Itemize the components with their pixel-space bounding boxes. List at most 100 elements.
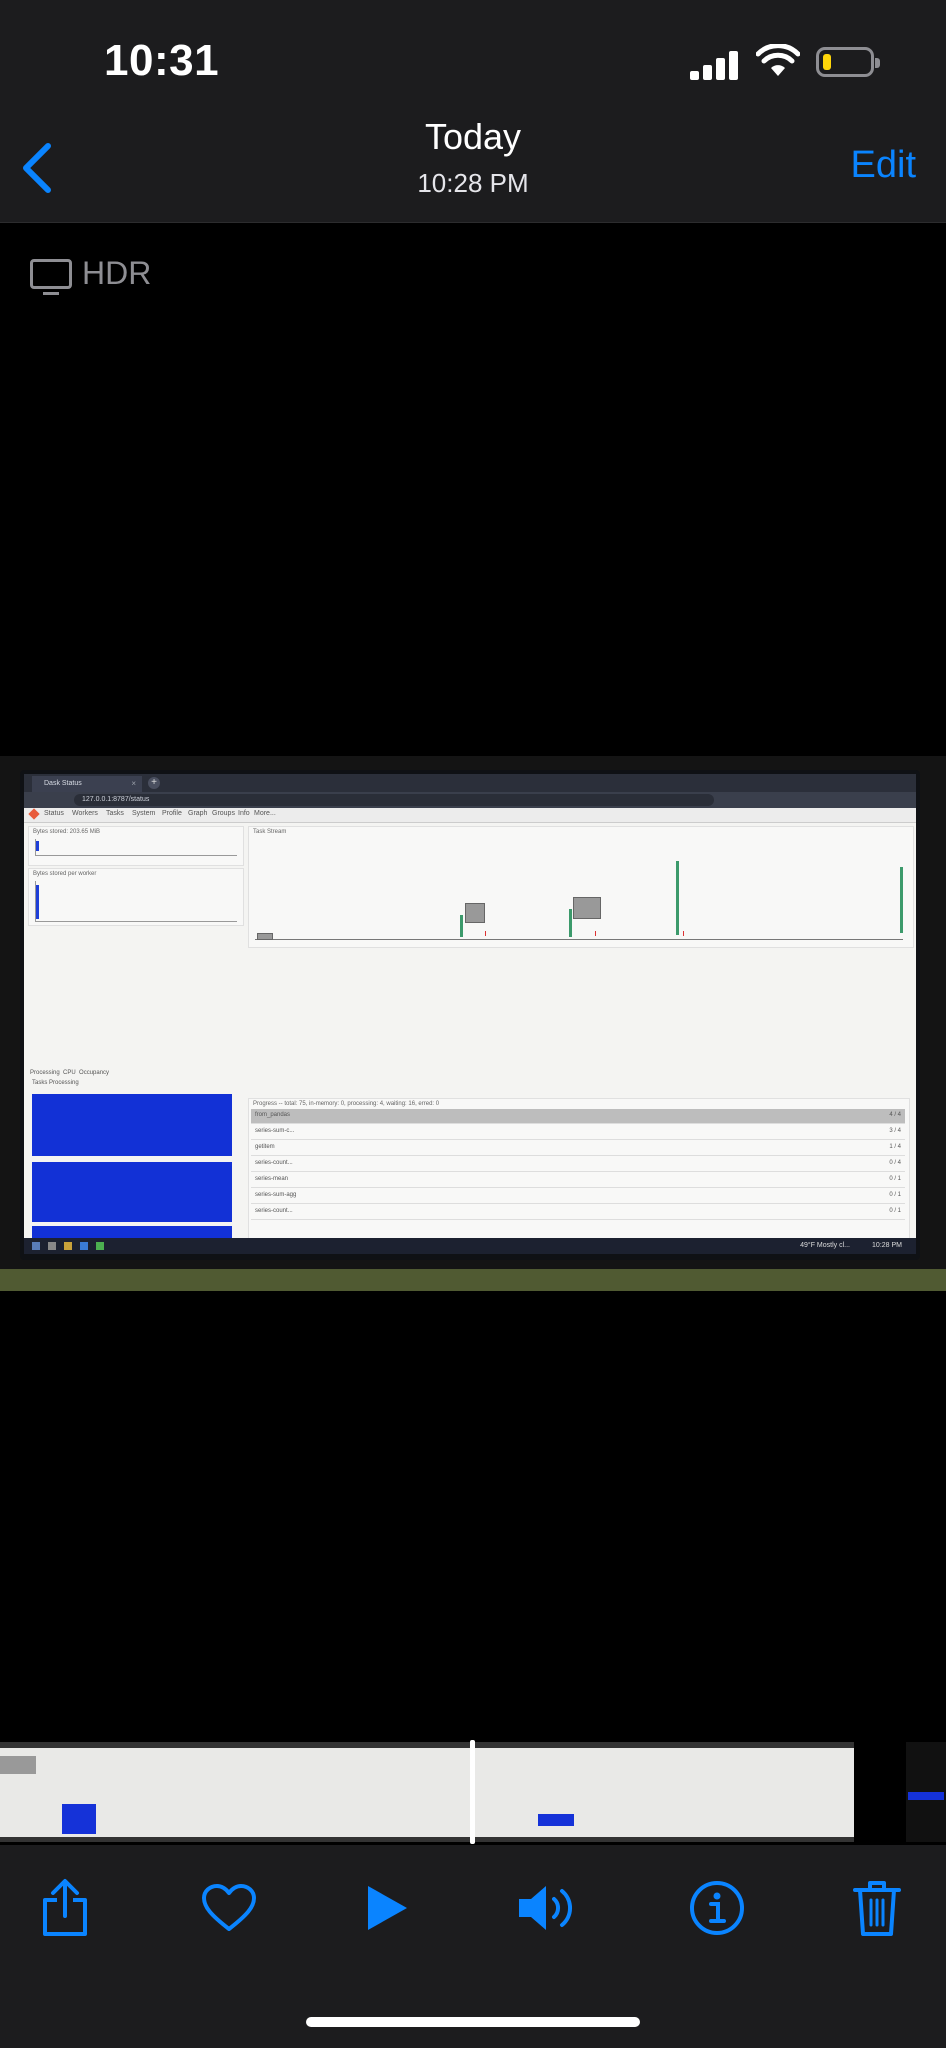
menu-item: System [132, 810, 156, 817]
progress-row: series-count... 0 / 4 [251, 1157, 905, 1172]
windows-icon [32, 1242, 40, 1250]
bytes-axis [35, 839, 237, 856]
progress-count: 3 / 4 [889, 1128, 901, 1134]
task-mark [485, 931, 486, 936]
task-block [573, 897, 601, 919]
tab-occupancy: Occupancy [79, 1070, 110, 1076]
progress-row: series-sum-c... 3 / 4 [251, 1125, 905, 1140]
app-icon [96, 1242, 104, 1250]
progress-count: 4 / 4 [889, 1112, 901, 1118]
progress-row: series-count... 0 / 1 [251, 1205, 905, 1220]
url-text: 127.0.0.1:8787/status [74, 794, 714, 806]
filmstrip-frame [536, 1742, 694, 1842]
tasks-processing-title: Tasks Processing [32, 1080, 79, 1086]
nav-bar: Today 10:28 PM Edit [0, 110, 946, 223]
task-stream-panel: Task Stream [248, 826, 914, 948]
panel-title: Bytes stored per worker [33, 871, 97, 877]
cellular-signal-icon [690, 50, 740, 80]
progress-label: series-count... [255, 1160, 293, 1166]
edit-button[interactable]: Edit [851, 144, 916, 187]
play-button[interactable] [352, 1873, 422, 1943]
trash-icon [853, 1881, 901, 1936]
browser-tab: Dask Status × [32, 776, 142, 792]
progress-count: 0 / 1 [889, 1192, 901, 1198]
bytes-stored-panel: Bytes stored: 203.65 MiB [28, 826, 244, 866]
search-icon [48, 1242, 56, 1250]
heart-icon [202, 1884, 256, 1931]
menu-item: Profile [162, 810, 182, 817]
plus-icon: + [148, 777, 160, 789]
monitor-frame: Dask Status × + 127.0.0.1:8787/status St… [20, 770, 920, 1260]
processing-bar [32, 1226, 232, 1238]
progress-row: getitem 1 / 4 [251, 1141, 905, 1156]
menu-item: Workers [72, 810, 98, 817]
mute-button[interactable] [512, 1873, 582, 1943]
progress-label: getitem [255, 1144, 275, 1150]
filmstrip-frame [0, 1742, 62, 1842]
speaker-icon [519, 1886, 573, 1930]
task-stream-axis [255, 939, 903, 940]
hdr-badge: HDR [30, 255, 152, 295]
delete-button[interactable] [842, 1873, 912, 1943]
desk-papers [0, 1269, 946, 1291]
weather-text: 49°F Mostly cl... [800, 1242, 850, 1249]
filmstrip-frame [694, 1742, 854, 1842]
processing-bar [32, 1162, 232, 1222]
menu-item: Graph [188, 810, 208, 817]
task-mark [595, 931, 596, 936]
browser-tab-strip: Dask Status × + [24, 774, 916, 792]
status-time: 10:31 [104, 36, 220, 85]
task-block [257, 933, 273, 940]
menu-item: Groups [212, 810, 235, 817]
task-mark [683, 931, 684, 936]
filmstrip-frame [378, 1742, 536, 1842]
info-icon [690, 1881, 744, 1935]
progress-row: from_pandas 4 / 4 [251, 1109, 905, 1124]
progress-row: series-sum-agg 0 / 1 [251, 1189, 905, 1204]
processing-bar [32, 1094, 232, 1156]
progress-panel: Progress -- total: 75, in-memory: 0, pro… [248, 1098, 910, 1240]
dask-menu: Status Workers Tasks System Profile Grap… [24, 808, 916, 823]
task-block [465, 903, 485, 923]
display-icon [30, 258, 72, 295]
filmstrip-thumb-next[interactable] [906, 1742, 946, 1842]
menu-item: Status [44, 810, 64, 817]
hdr-label: HDR [82, 255, 152, 291]
progress-label: series-sum-c... [255, 1128, 295, 1134]
worker-bar [36, 885, 39, 919]
panel-title: Bytes stored: 203.65 MiB [33, 829, 101, 835]
windows-taskbar: 49°F Mostly cl... 10:28 PM [24, 1238, 916, 1254]
progress-title: Progress -- total: 75, in-memory: 0, pro… [253, 1101, 440, 1107]
battery-icon [816, 47, 880, 77]
task-mark [900, 867, 903, 933]
filmstrip-frame [62, 1742, 220, 1842]
playhead-scrubber[interactable] [470, 1740, 475, 1844]
bytes-bar [36, 841, 39, 851]
photo-viewer[interactable]: Dask Status × + 127.0.0.1:8787/status St… [0, 756, 946, 1291]
progress-count: 1 / 4 [889, 1144, 901, 1150]
share-button[interactable] [30, 1873, 100, 1943]
menu-item: Tasks [106, 810, 124, 817]
favorite-button[interactable] [194, 1873, 264, 1943]
nav-title: Today [424, 116, 522, 157]
close-icon: × [131, 779, 136, 788]
progress-count: 0 / 4 [889, 1160, 901, 1166]
progress-count: 0 / 1 [889, 1176, 901, 1182]
share-icon [43, 1879, 87, 1936]
tab-cpu: CPU [63, 1070, 76, 1076]
progress-count: 0 / 1 [889, 1208, 901, 1214]
home-indicator[interactable] [306, 2017, 640, 2027]
browser-icon [80, 1242, 88, 1250]
worker-axis [35, 881, 237, 922]
monitor-screen: Dask Status × + 127.0.0.1:8787/status St… [24, 774, 916, 1254]
progress-label: from_pandas [255, 1112, 291, 1118]
info-button[interactable] [682, 1873, 752, 1943]
address-bar: 127.0.0.1:8787/status [24, 792, 916, 808]
taskbar-clock: 10:28 PM [872, 1242, 902, 1249]
task-mark [460, 915, 463, 937]
play-icon [368, 1886, 407, 1930]
bytes-per-worker-panel: Bytes stored per worker [28, 868, 244, 926]
task-mark [676, 861, 679, 935]
processing-tabs: Processing CPU Occupancy [30, 1070, 109, 1076]
progress-label: series-mean [255, 1176, 289, 1182]
